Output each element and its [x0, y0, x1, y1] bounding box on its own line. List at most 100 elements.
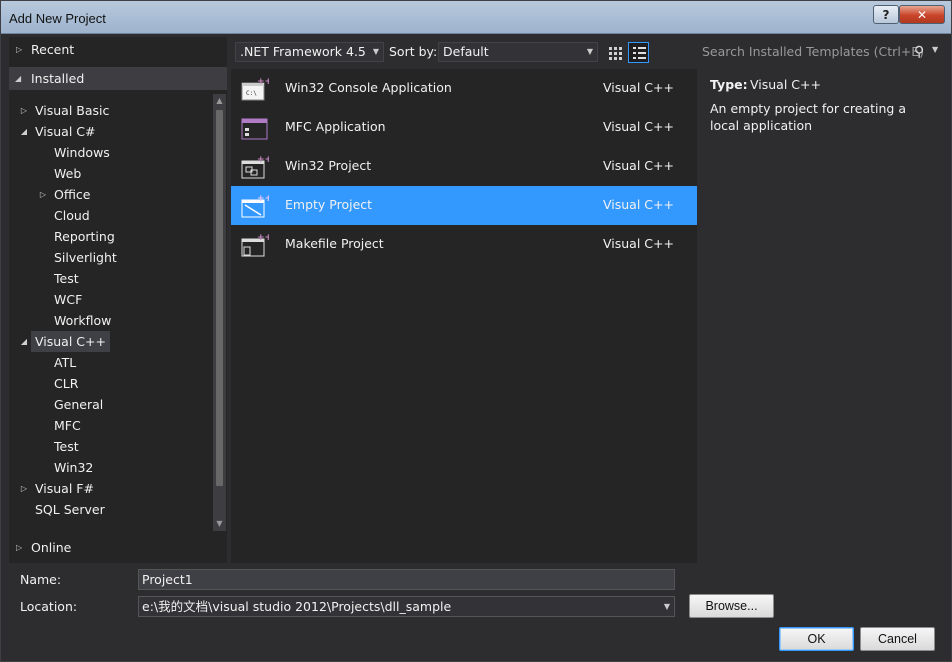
scroll-down-icon[interactable]: ▼ — [213, 517, 226, 531]
collapse-arrow-icon: ◢ — [15, 74, 22, 83]
tree-item-label: Online — [31, 540, 72, 555]
empty-project-icon: ++ — [241, 193, 272, 219]
tree-scrollbar[interactable]: ▲ ▼ — [213, 94, 226, 531]
expand-arrow-icon[interactable]: ▷ — [38, 184, 48, 205]
template-name: Win32 Project — [285, 158, 372, 173]
template-row-makefile-project[interactable]: ++ Makefile Project Visual C++ — [231, 225, 697, 264]
expand-arrow-icon[interactable]: ▷ — [19, 100, 29, 121]
tree-item-label: CLR — [54, 376, 79, 391]
expand-arrow-icon[interactable]: ▷ — [19, 478, 29, 499]
sort-value: Default — [443, 44, 489, 59]
tree-item-reporting[interactable]: Reporting — [9, 226, 213, 247]
type-value: Visual C++ — [750, 77, 821, 92]
svg-text:++: ++ — [257, 194, 269, 204]
makefile-project-icon: ++ — [241, 232, 272, 258]
tree-item-label: Windows — [54, 145, 110, 160]
template-language: Visual C++ — [603, 80, 674, 95]
collapse-arrow-icon[interactable]: ◢ — [19, 121, 29, 142]
location-label: Location: — [20, 599, 78, 614]
expand-arrow-icon: ▷ — [16, 543, 23, 552]
template-language: Visual C++ — [603, 236, 674, 251]
tree-item-installed[interactable]: ◢ Installed — [9, 67, 227, 90]
svg-text:++: ++ — [257, 77, 269, 87]
tree-item-label: Visual C# — [35, 124, 96, 139]
svg-text:++: ++ — [257, 233, 269, 243]
template-name: Makefile Project — [285, 236, 384, 251]
template-name: Empty Project — [285, 197, 373, 212]
scroll-up-icon[interactable]: ▲ — [213, 94, 226, 108]
scrollbar-thumb[interactable] — [216, 110, 223, 486]
template-name: Win32 Console Application — [285, 80, 452, 95]
tree-item-workflow[interactable]: Workflow — [9, 310, 213, 331]
mfc-app-icon — [241, 115, 269, 141]
small-icons-view-button[interactable] — [604, 42, 625, 63]
name-label: Name: — [20, 572, 62, 587]
sort-by-select[interactable]: Default ▼ — [438, 42, 598, 62]
template-row-mfc-application[interactable]: MFC Application Visual C++ — [231, 108, 697, 147]
tree-item-label: MFC — [54, 418, 81, 433]
location-input[interactable]: e:\我的文档\visual studio 2012\Projects\dll_… — [138, 596, 675, 617]
search-icon[interactable]: ⚲ — [914, 44, 924, 60]
tree-item-cloud[interactable]: Cloud — [9, 205, 213, 226]
tree-item-label: Win32 — [54, 460, 94, 475]
tree-item-recent[interactable]: ▷ Recent — [9, 38, 227, 61]
tree-item-windows[interactable]: Windows — [9, 142, 213, 163]
tree-item-label: SQL Server — [35, 502, 105, 517]
expand-arrow-icon: ▷ — [16, 45, 23, 54]
tree-item-atl[interactable]: ATL — [9, 352, 213, 373]
tree-item-clr[interactable]: CLR — [9, 373, 213, 394]
template-row-empty-project[interactable]: ++ Empty Project Visual C++ — [231, 186, 697, 225]
tree-item-mfc[interactable]: MFC — [9, 415, 213, 436]
title-bar[interactable]: Add New Project ? ✕ — [1, 1, 951, 34]
cancel-button[interactable]: Cancel — [860, 627, 935, 651]
tree-item-general[interactable]: General — [9, 394, 213, 415]
tree-item-label: Silverlight — [54, 250, 117, 265]
tree-item-visual-basic[interactable]: ▷ Visual Basic — [9, 100, 213, 121]
template-language: Visual C++ — [603, 197, 674, 212]
tree-item-win32[interactable]: Win32 — [9, 457, 213, 478]
svg-text:++: ++ — [257, 155, 269, 165]
sort-by-label: Sort by: — [389, 44, 438, 59]
console-app-icon: C:\ ++ — [241, 76, 272, 102]
tree-item-silverlight[interactable]: Silverlight — [9, 247, 213, 268]
chevron-down-icon[interactable]: ▼ — [664, 597, 670, 616]
template-list: C:\ ++ Win32 Console Application Visual C++… — [231, 69, 697, 563]
tree-item-label: ATL — [54, 355, 77, 370]
tree-item-visual-c-[interactable]: ◢ Visual C# — [9, 121, 213, 142]
project-name-input[interactable]: Project1 — [138, 569, 675, 590]
tree-item-label: Visual C++ — [31, 331, 110, 352]
tree-item-label: WCF — [54, 292, 83, 307]
location-value: e:\我的文档\visual studio 2012\Projects\dll_… — [142, 599, 452, 614]
svg-text:C:\: C:\ — [246, 90, 257, 97]
list-view-button[interactable] — [628, 42, 649, 63]
dialog-title: Add New Project — [9, 11, 106, 26]
tree-item-label: Workflow — [54, 313, 112, 328]
tree-item-test[interactable]: Test — [9, 436, 213, 457]
tree-item-office[interactable]: ▷ Office — [9, 184, 213, 205]
template-row-win32-console-application[interactable]: C:\ ++ Win32 Console Application Visual C++ — [231, 69, 697, 108]
tree-item-visual-c-[interactable]: ◢ Visual C++ — [9, 331, 213, 352]
tree-item-wcf[interactable]: WCF — [9, 289, 213, 310]
ok-button[interactable]: OK — [779, 627, 854, 651]
tree-item-label: Web — [54, 166, 82, 181]
help-button[interactable]: ? — [873, 5, 899, 24]
collapse-arrow-icon[interactable]: ◢ — [19, 331, 29, 352]
search-templates-input[interactable]: Search Installed Templates (Ctrl+E) — [700, 42, 944, 64]
template-row-win32-project[interactable]: ++ Win32 Project Visual C++ — [231, 147, 697, 186]
tree-item-sql-server[interactable]: SQL Server — [9, 499, 213, 520]
win32-project-icon: ++ — [241, 154, 272, 180]
tree-item-web[interactable]: Web — [9, 163, 213, 184]
template-details-panel: Type: Visual C++ An empty project for cr… — [700, 69, 944, 563]
tree-item-online[interactable]: ▷ Online — [9, 536, 227, 559]
tree-item-visual-f-[interactable]: ▷ Visual F# — [9, 478, 213, 499]
browse-button[interactable]: Browse... — [689, 594, 774, 618]
template-language: Visual C++ — [603, 119, 674, 134]
framework-select[interactable]: .NET Framework 4.5 ▼ — [235, 42, 384, 62]
tree-item-test[interactable]: Test — [9, 268, 213, 289]
chevron-down-icon[interactable]: ▼ — [932, 45, 938, 54]
close-button[interactable]: ✕ — [899, 5, 945, 24]
tree-item-label: Installed — [31, 71, 85, 86]
tree-item-label: Cloud — [54, 208, 90, 223]
tree-item-label: Visual Basic — [35, 103, 110, 118]
chevron-down-icon: ▼ — [372, 47, 379, 56]
